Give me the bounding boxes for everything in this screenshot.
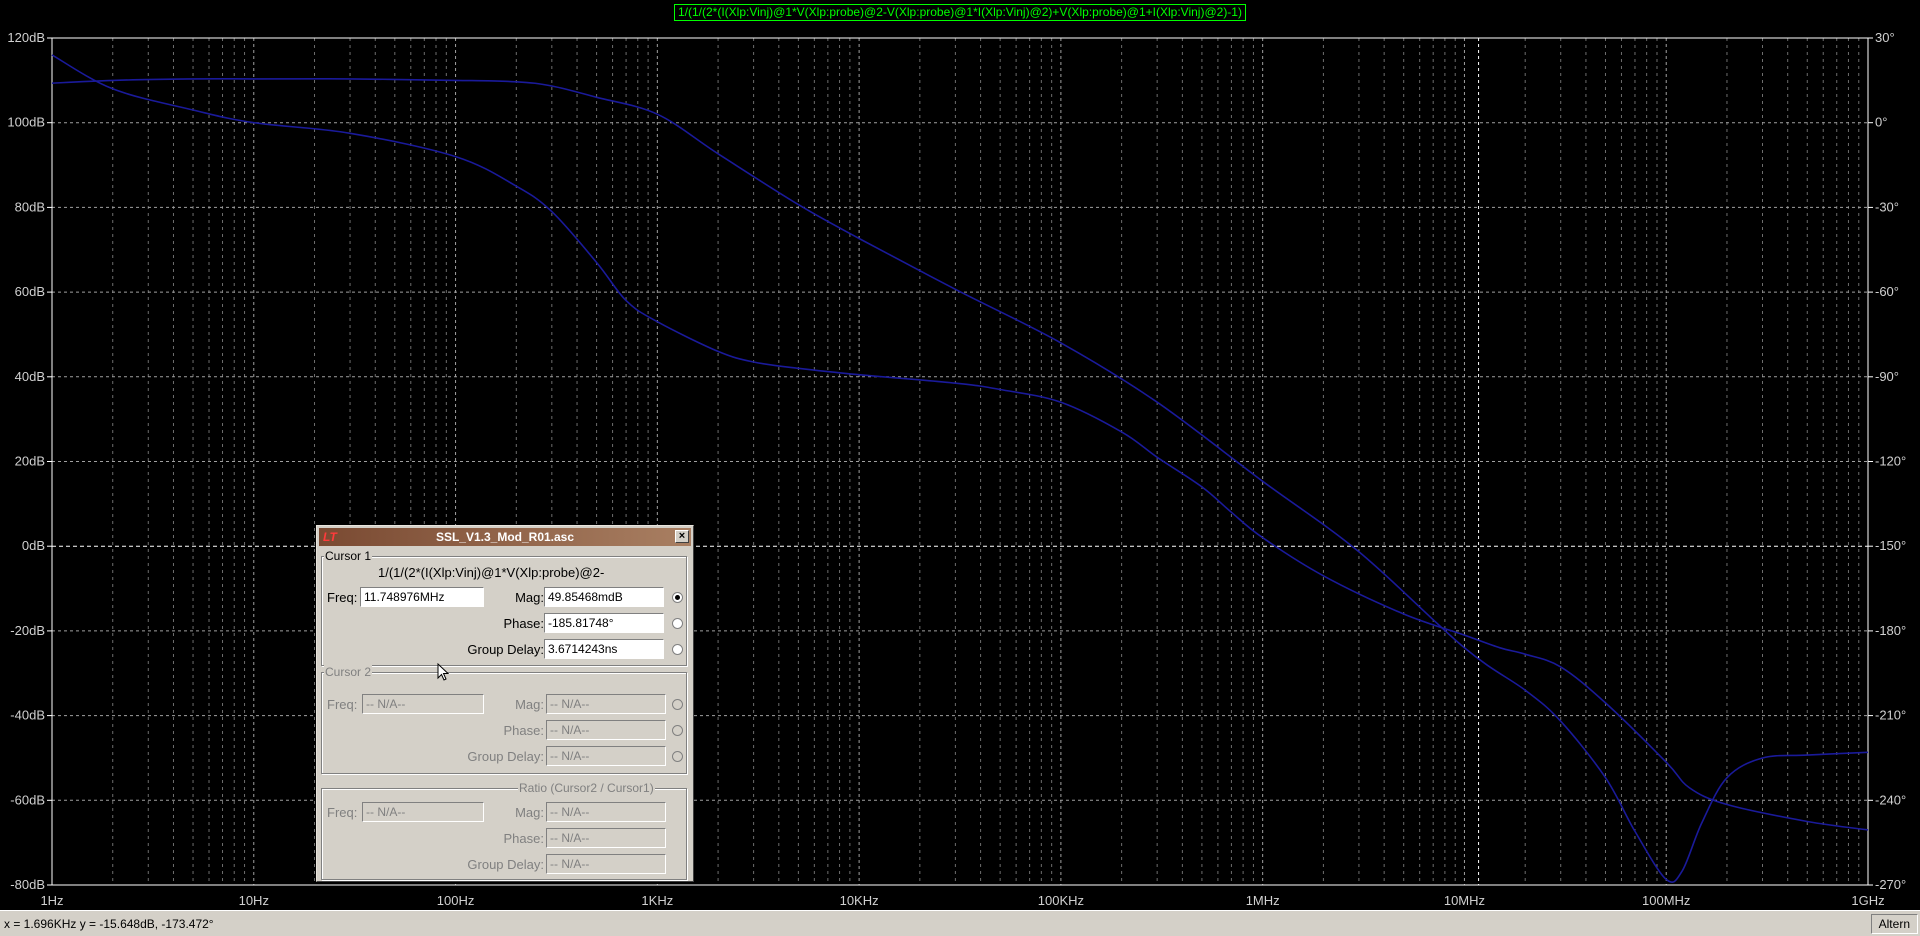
cursor1-phase-input[interactable] [544, 613, 664, 633]
cursor2-phase-radio [672, 725, 683, 736]
cursor2-mag-radio [672, 699, 683, 710]
y-right-tick-label: 30° [1875, 30, 1895, 45]
cursor1-mag-label: Mag: [515, 590, 544, 605]
cursor1-phase-label: Phase: [503, 616, 544, 631]
x-tick-label: 100Hz [437, 893, 475, 908]
ratio-phase-input [546, 828, 666, 848]
status-mode[interactable]: Altern [1870, 914, 1918, 934]
x-tick-label: 100MHz [1642, 893, 1690, 908]
y-left-tick-label: -40dB [10, 708, 45, 723]
y-left-tick-label: 120dB [7, 30, 45, 45]
cursor2-group: Cursor 2 Freq: Mag: Phase: Group Delay: [321, 665, 687, 774]
y-left-tick-labels: 120dB 100dB 80dB 60dB 40dB 20dB 0dB -20dB -40dB -… [7, 30, 52, 892]
cursor2-mag-label: Mag: [515, 697, 544, 712]
y-left-tick-label: -20dB [10, 623, 45, 638]
close-button[interactable]: × [675, 530, 689, 543]
cursor2-group-delay-label: Group Delay: [467, 749, 544, 764]
x-tick-label: 1KHz [641, 893, 673, 908]
x-tick-labels: 1Hz 10Hz 100Hz 1KHz 10KHz 100KHz 1MHz 10MHz 100M… [40, 893, 1884, 908]
cursor2-phase-input [546, 720, 666, 740]
cursor1-legend: Cursor 1 [324, 549, 373, 563]
cursor1-freq-label: Freq: [327, 590, 358, 605]
status-bar: x = 1.696KHz y = -15.648dB, -173.472° Al… [0, 910, 1920, 936]
y-right-tick-label: -120° [1875, 454, 1906, 469]
cursor2-group-delay-radio [672, 751, 683, 762]
cursor1-mag-input[interactable] [544, 587, 664, 607]
ratio-group-delay-input [546, 854, 666, 874]
ratio-legend: Ratio (Cursor2 / Cursor1) [518, 781, 655, 795]
trace-expression-label[interactable]: 1/(1/(2*(I(Xlp:Vinj)@1*V(Xlp:probe)@2-V(… [674, 4, 1246, 21]
cursor1-trace-label: 1/(1/(2*(I(Xlp:Vinj)@1*V(Xlp:probe)@2- [378, 565, 605, 580]
y-left-tick-label: 40dB [15, 369, 45, 384]
ratio-phase-label: Phase: [503, 831, 544, 846]
y-left-tick-label: 60dB [15, 284, 45, 299]
x-tick-label: 100KHz [1038, 893, 1084, 908]
cursor1-group-delay-input[interactable] [544, 639, 664, 659]
y-right-tick-label: -60° [1875, 284, 1899, 299]
y-left-tick-label: 20dB [15, 454, 45, 469]
cursor1-freq-input[interactable] [360, 587, 484, 607]
y-right-tick-labels: 30° 0° -30° -60° -90° -120° -150° -180° -210° -24… [1868, 30, 1906, 892]
y-right-tick-label: -270° [1875, 877, 1906, 892]
ratio-freq-label: Freq: [327, 805, 358, 820]
cursor2-mag-input [546, 694, 666, 714]
x-tick-label: 1MHz [1246, 893, 1280, 908]
cursor1-group-delay-radio[interactable] [672, 644, 683, 655]
x-tick-label: 1GHz [1851, 893, 1884, 908]
cursor2-freq-input [362, 694, 484, 714]
y-right-tick-label: -90° [1875, 369, 1899, 384]
ratio-group-delay-label: Group Delay: [467, 857, 544, 872]
x-tick-label: 10MHz [1444, 893, 1485, 908]
dialog-title: SSL_V1.3_Mod_R01.asc [435, 530, 575, 544]
ratio-mag-input [546, 802, 666, 822]
x-tick-label: 10KHz [840, 893, 879, 908]
bode-plot[interactable]: 1Hz 10Hz 100Hz 1KHz 10KHz 100KHz 1MHz 10MHz 100M… [0, 0, 1920, 908]
dialog-titlebar[interactable]: LT SSL_V1.3_Mod_R01.asc × [319, 528, 691, 546]
y-right-tick-label: -210° [1875, 708, 1906, 723]
cursor1-phase-radio[interactable] [672, 618, 683, 629]
x-tick-label: 10Hz [239, 893, 269, 908]
x-tick-label: 1Hz [40, 893, 63, 908]
cursor2-freq-label: Freq: [327, 697, 358, 712]
y-right-tick-label: -30° [1875, 199, 1899, 214]
y-right-tick-label: 0° [1875, 115, 1887, 130]
cursor-dialog[interactable]: LT SSL_V1.3_Mod_R01.asc × Cursor 1 1/(1/… [316, 525, 694, 882]
cursor2-group-delay-input [546, 746, 666, 766]
y-left-tick-label: 0dB [22, 538, 45, 553]
cursor2-legend: Cursor 2 [324, 665, 373, 679]
ratio-freq-input [362, 802, 484, 822]
ratio-group: Ratio (Cursor2 / Cursor1) Freq: Mag: Pha… [321, 781, 687, 880]
cursor1-group: Cursor 1 1/(1/(2*(I(Xlp:Vinj)@1*V(Xlp:pr… [321, 549, 687, 666]
cursor1-group-delay-label: Group Delay: [467, 642, 544, 657]
status-coordinates: x = 1.696KHz y = -15.648dB, -173.472° [4, 917, 214, 931]
close-icon: × [678, 530, 686, 542]
y-left-tick-label: 100dB [7, 115, 45, 130]
y-left-tick-label: -60dB [10, 792, 45, 807]
y-right-tick-label: -240° [1875, 792, 1906, 807]
ratio-mag-label: Mag: [515, 805, 544, 820]
y-right-tick-label: -150° [1875, 538, 1906, 553]
cursor1-mag-radio[interactable] [672, 592, 683, 603]
y-right-tick-label: -180° [1875, 623, 1906, 638]
y-left-tick-label: 80dB [15, 199, 45, 214]
cursor2-phase-label: Phase: [503, 723, 544, 738]
y-left-tick-label: -80dB [10, 877, 45, 892]
